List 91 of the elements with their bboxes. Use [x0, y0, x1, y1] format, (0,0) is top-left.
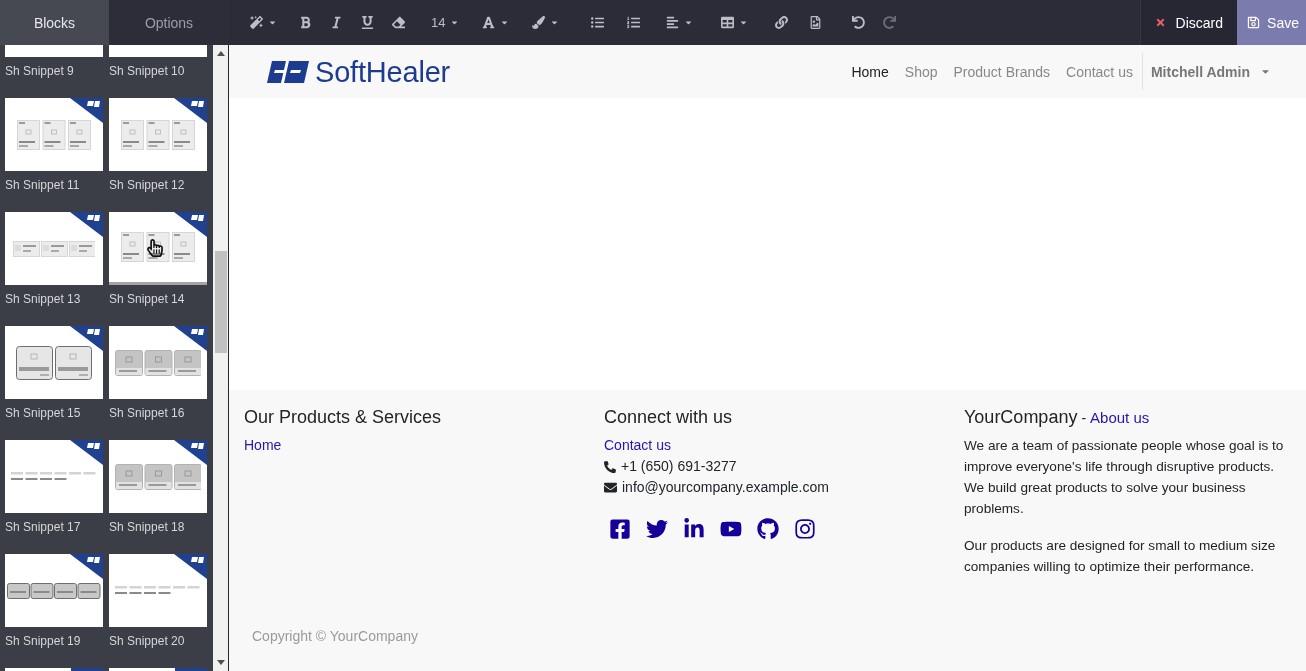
corner-ribbon-icon [70, 212, 103, 237]
snippet-thumbnail[interactable] [109, 45, 207, 57]
caret-icon [739, 18, 749, 27]
phone-number: +1 (650) 691-3277 [621, 457, 737, 476]
caret-icon [500, 18, 510, 27]
cross-icon [1154, 17, 1166, 28]
snippet-label: Sh Snippet 12 [109, 177, 186, 194]
snippet-thumbnail[interactable] [109, 212, 207, 285]
sidebar-tab[interactable]: Blocks [0, 0, 109, 45]
align-left-icon [666, 16, 680, 29]
font-size-dropdown[interactable]: 14 [427, 7, 464, 38]
snippet-thumbnail[interactable] [5, 98, 103, 171]
snippet-thumbnail[interactable] [5, 554, 103, 627]
caret-icon [268, 18, 277, 27]
snippet-label: Sh Snippet 19 [5, 633, 82, 650]
instagram-icon[interactable] [794, 518, 816, 540]
github-icon[interactable] [757, 518, 779, 540]
snippet-label: Sh Snippet 18 [109, 519, 186, 536]
twitter-icon[interactable] [646, 518, 668, 540]
caret-icon [550, 18, 560, 27]
snippet-thumbnail[interactable] [5, 326, 103, 399]
email-address: info@yourcompany.example.com [622, 478, 829, 497]
bold-icon [298, 16, 312, 29]
underline-icon [360, 16, 374, 29]
scrollbar-thumb[interactable] [214, 251, 227, 353]
snippet-label: Sh Snippet 9 [5, 63, 75, 80]
snippet-thumbnail[interactable] [109, 326, 207, 399]
linkedin-icon[interactable] [683, 518, 705, 540]
logo-icon [267, 60, 309, 83]
contact-link[interactable]: Contact us [604, 435, 671, 456]
user-menu[interactable]: Mitchell Admin [1142, 63, 1271, 80]
sidebar-tab[interactable]: Options [109, 0, 229, 45]
snippet-thumbnail[interactable] [109, 440, 207, 513]
brand-name[interactable]: SoftHealer [315, 55, 450, 88]
about-link[interactable]: About us [1090, 407, 1150, 428]
about-paragraph: We are a team of passionate people whose goal is to improve everyone's life through disruptive products. We build great products to solve your business problems. [964, 437, 1285, 518]
corner-ribbon-icon [174, 440, 207, 465]
snippet-thumbnail[interactable] [109, 668, 207, 671]
eraser-icon [391, 16, 405, 29]
redo-icon [882, 16, 896, 29]
copyright-text: Copyright © YourCompany [251, 627, 419, 646]
about-paragraph: Our products are designed for small to medium size companies willing to optimize their performance. [964, 537, 1277, 576]
corner-ribbon-icon [70, 554, 103, 579]
corner-ribbon-icon [174, 326, 207, 351]
snippet-label: Sh Snippet 14 [109, 291, 186, 308]
discard-button[interactable]: Discard [1139, 0, 1238, 45]
footer-heading: Our Products & Services [244, 406, 442, 428]
corner-ribbon-icon [174, 98, 207, 123]
facebook-icon[interactable] [609, 518, 631, 540]
font-icon [482, 16, 496, 29]
italic-icon [329, 16, 343, 29]
corner-ribbon-icon [174, 212, 207, 237]
footer-heading: Connect with us [604, 406, 733, 428]
scroll-down-icon[interactable] [216, 660, 225, 665]
scrollbar[interactable] [213, 45, 229, 671]
link-icon [774, 16, 788, 29]
caret-icon [684, 18, 694, 27]
snippet-thumbnail[interactable] [5, 668, 103, 671]
snippet-label: Sh Snippet 10 [109, 63, 186, 80]
undo-icon [851, 16, 865, 29]
paintbrush-icon [532, 16, 546, 29]
table-icon [721, 16, 735, 29]
footer-link[interactable]: Home [244, 435, 282, 456]
corner-ribbon-icon [70, 326, 103, 351]
snippet-label: Sh Snippet 20 [109, 633, 186, 650]
image-icon [808, 16, 822, 29]
snippet-thumbnail[interactable] [5, 212, 103, 285]
save-button[interactable]: Save [1237, 0, 1306, 45]
snippet-thumbnail[interactable] [109, 98, 207, 171]
snippet-thumbnail[interactable] [5, 45, 103, 57]
snippet-label: Sh Snippet 15 [5, 405, 82, 422]
snippet-label: Sh Snippet 13 [5, 291, 82, 308]
snippet-thumbnail[interactable] [5, 440, 103, 513]
magic-wand-icon [250, 16, 263, 29]
nav-link[interactable]: Home [843, 61, 897, 82]
envelope-icon [604, 481, 617, 494]
hand-cursor-icon [146, 239, 164, 257]
phone-icon [604, 460, 616, 473]
caret-icon [450, 18, 460, 27]
title-separator: - [1081, 410, 1087, 426]
snippet-label: Sh Snippet 17 [5, 519, 82, 536]
snippet-thumbnail[interactable] [109, 554, 207, 627]
scroll-up-icon[interactable] [216, 51, 225, 56]
corner-ribbon-icon [70, 440, 103, 465]
company-name: YourCompany [964, 406, 1078, 428]
corner-ribbon-icon [174, 554, 207, 579]
bulleted-list-icon [590, 16, 604, 29]
snippet-label: Sh Snippet 11 [5, 177, 81, 194]
numbered-list-icon [626, 16, 640, 29]
snippet-label: Sh Snippet 16 [109, 405, 186, 422]
corner-ribbon-icon [70, 98, 103, 123]
